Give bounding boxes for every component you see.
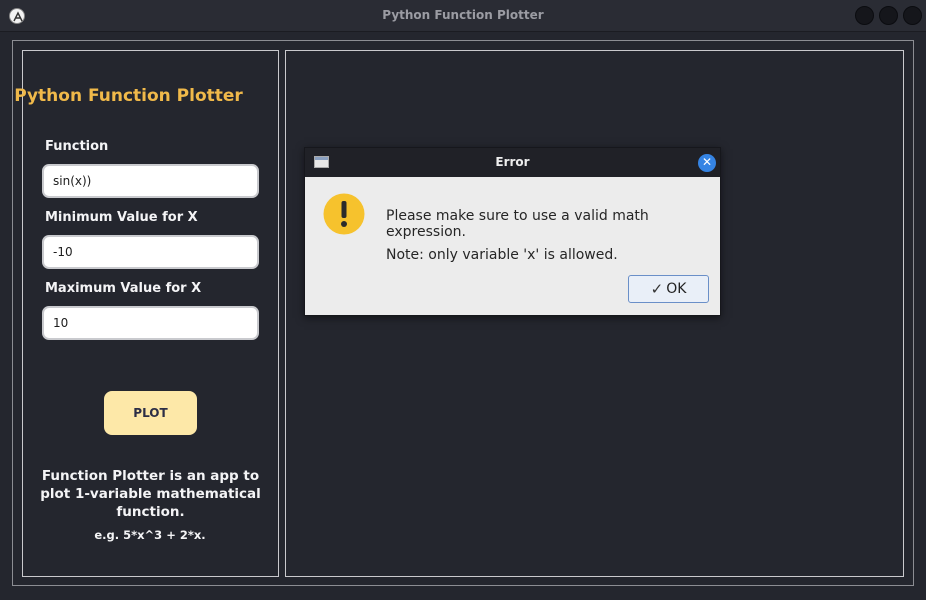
close-button[interactable]: [903, 6, 922, 25]
dialog-note: Note: only variable 'x' is allowed.: [386, 247, 618, 263]
function-input[interactable]: [42, 164, 259, 198]
check-icon: ✓: [650, 280, 664, 298]
plot-button[interactable]: PLOT: [104, 391, 197, 435]
function-label: Function: [45, 139, 109, 154]
window-titlebar: Python Function Plotter: [0, 0, 926, 32]
dialog-titlebar: Error ✕: [305, 148, 720, 177]
min-x-label: Minimum Value for X: [45, 210, 198, 225]
minimize-button[interactable]: [855, 6, 874, 25]
max-x-input[interactable]: [42, 306, 259, 340]
max-x-label: Maximum Value for X: [45, 281, 202, 296]
dialog-title: Error: [495, 155, 530, 169]
app-description: Function Plotter is an app to plot 1-var…: [40, 468, 261, 520]
error-dialog: Error ✕ Please make sure to use a valid …: [304, 147, 721, 316]
dialog-message: Please make sure to use a valid math exp…: [386, 208, 649, 240]
dialog-close-icon[interactable]: ✕: [698, 154, 716, 172]
window-title: Python Function Plotter: [382, 8, 544, 22]
ok-label: OK: [666, 281, 687, 297]
panel-title: Python Function Plotter: [14, 86, 243, 106]
example-text: e.g. 5*x^3 + 2*x.: [94, 528, 206, 542]
ok-button[interactable]: ✓ OK: [628, 275, 709, 303]
dialog-body: Please make sure to use a valid math exp…: [307, 177, 718, 315]
maximize-button[interactable]: [879, 6, 898, 25]
warning-icon: [323, 193, 365, 239]
min-x-input[interactable]: [42, 235, 259, 269]
